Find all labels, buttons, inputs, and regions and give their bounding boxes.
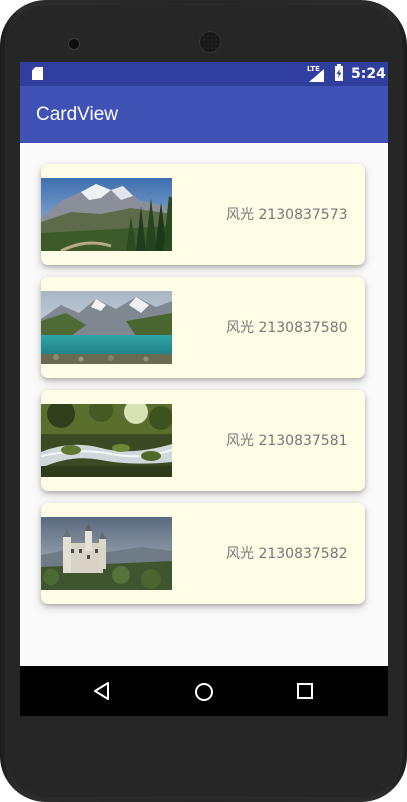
card-label: 风光 2130837581 [226,433,348,449]
network-type-label: LTE [307,65,320,73]
recents-icon[interactable] [297,683,313,699]
front-camera [68,38,80,50]
card-image-forest-stream [41,404,172,477]
card-item[interactable]: 风光 2130837582 [41,503,365,604]
card-label: 风光 2130837582 [226,546,348,562]
navigation-bar [20,666,388,716]
device-screen: LTE 5:24 CardView 风光 2130837573 风光 21308… [20,62,388,716]
card-image-mountain-lake [41,291,172,364]
earpiece-speaker [199,31,221,53]
card-label: 风光 2130837580 [226,320,348,336]
back-icon[interactable] [93,682,111,700]
card-item[interactable]: 风光 2130837573 [41,164,365,265]
app-bar: CardView [20,86,388,143]
card-image-castle [41,517,172,590]
battery-charging-icon [335,64,343,81]
card-item[interactable]: 风光 2130837581 [41,390,365,491]
card-label: 风光 2130837573 [226,207,348,223]
status-bar: LTE 5:24 [20,62,388,86]
home-icon[interactable] [194,682,214,702]
app-title: CardView [36,104,119,125]
status-time: 5:24 [351,66,386,82]
card-image-mountain-forest [41,178,172,251]
card-item[interactable]: 风光 2130837580 [41,277,365,378]
card-list[interactable]: 风光 2130837573 风光 2130837580 风光 213083758… [20,143,388,666]
sd-card-icon [32,67,43,80]
